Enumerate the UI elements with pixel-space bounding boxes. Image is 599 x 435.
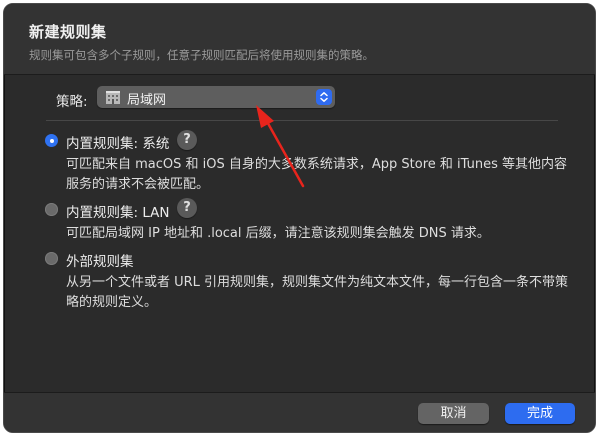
description-line: 可匹配来自 macOS 和 iOS 自身的大多数系统请求，App Store 和…: [66, 157, 568, 172]
option-external-label: 外部规则集: [66, 254, 134, 270]
policy-select[interactable]: 局域网: [97, 86, 335, 108]
done-button[interactable]: 完成: [505, 403, 575, 424]
description-line: 从另一个文件或者 URL 引用规则集，规则集文件为纯文本文件，每一行包含一条不带…: [66, 275, 569, 290]
option-system-label: 内置规则集: 系统: [66, 136, 170, 152]
dialog-footer: 取消 完成: [4, 392, 595, 432]
option-system-description: 可匹配来自 macOS 和 iOS 自身的大多数系统请求，App Store 和…: [66, 155, 586, 195]
building-icon: [106, 91, 120, 104]
help-button-system[interactable]: ?: [177, 130, 197, 150]
radio-lan[interactable]: [45, 203, 58, 216]
option-lan-description: 可匹配局域网 IP 地址和 .local 后缀，请注意该规则集会触发 DNS 请…: [66, 224, 586, 244]
divider: [46, 120, 558, 121]
cancel-button[interactable]: 取消: [418, 403, 489, 424]
dialog-header: 新建规则集 规则集可包含多个子规则，任意子规则匹配后将使用规则集的策略。: [4, 4, 595, 75]
policy-label: 策略:: [56, 94, 88, 110]
updown-chevron-icon: [316, 89, 332, 105]
description-line: 服务的请求不会被匹配。: [66, 177, 210, 192]
radio-external[interactable]: [45, 252, 58, 265]
dialog-subtitle: 规则集可包含多个子规则，任意子规则匹配后将使用规则集的策略。: [29, 48, 374, 62]
description-line: 可匹配局域网 IP 地址和 .local 后缀，请注意该规则集会触发 DNS 请…: [66, 226, 490, 241]
description-line: 略的规则定义。: [66, 295, 158, 310]
help-button-lan[interactable]: ?: [177, 198, 197, 218]
new-ruleset-dialog: 新建规则集 规则集可包含多个子规则，任意子规则匹配后将使用规则集的策略。 策略:…: [3, 3, 596, 433]
dialog-title: 新建规则集: [29, 23, 107, 41]
policy-select-value: 局域网: [127, 93, 167, 108]
option-lan-label: 内置规则集: LAN: [66, 205, 170, 221]
option-external-description: 从另一个文件或者 URL 引用规则集，规则集文件为纯文本文件，每一行包含一条不带…: [66, 273, 586, 313]
radio-system[interactable]: [45, 134, 58, 147]
